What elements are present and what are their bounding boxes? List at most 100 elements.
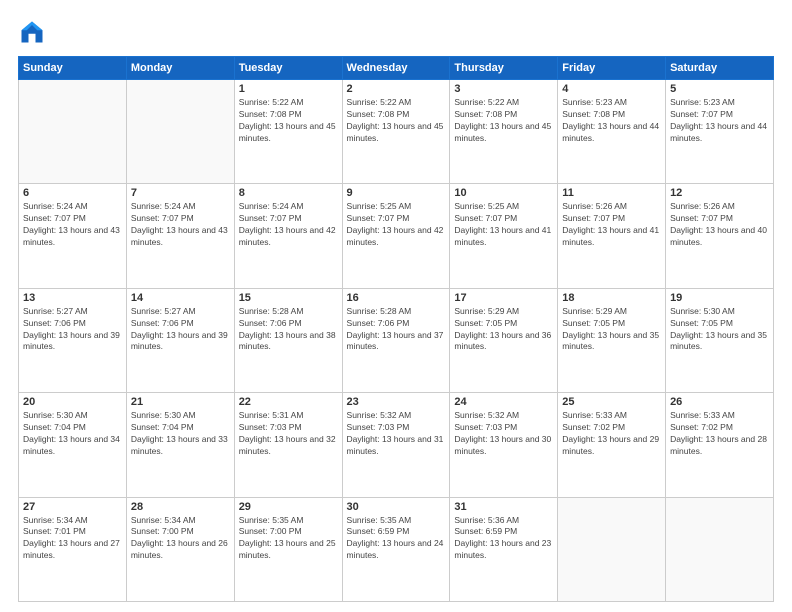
day-info: Sunrise: 5:36 AM Sunset: 6:59 PM Dayligh… bbox=[454, 515, 553, 563]
day-number: 4 bbox=[562, 83, 661, 95]
day-number: 1 bbox=[239, 83, 338, 95]
day-number: 31 bbox=[454, 501, 553, 513]
day-info: Sunrise: 5:33 AM Sunset: 7:02 PM Dayligh… bbox=[670, 410, 769, 458]
day-number: 12 bbox=[670, 187, 769, 199]
day-info: Sunrise: 5:28 AM Sunset: 7:06 PM Dayligh… bbox=[347, 306, 446, 354]
day-number: 11 bbox=[562, 187, 661, 199]
calendar-cell: 6 Sunrise: 5:24 AM Sunset: 7:07 PM Daylig… bbox=[19, 184, 127, 288]
day-number: 19 bbox=[670, 292, 769, 304]
weekday-header-row: SundayMondayTuesdayWednesdayThursdayFrid… bbox=[19, 57, 774, 80]
calendar-cell: 30 Sunrise: 5:35 AM Sunset: 6:59 PM Dayli… bbox=[342, 497, 450, 601]
day-info: Sunrise: 5:32 AM Sunset: 7:03 PM Dayligh… bbox=[454, 410, 553, 458]
day-info: Sunrise: 5:25 AM Sunset: 7:07 PM Dayligh… bbox=[454, 201, 553, 249]
day-info: Sunrise: 5:30 AM Sunset: 7:05 PM Dayligh… bbox=[670, 306, 769, 354]
day-info: Sunrise: 5:26 AM Sunset: 7:07 PM Dayligh… bbox=[562, 201, 661, 249]
logo bbox=[18, 18, 50, 46]
day-info: Sunrise: 5:32 AM Sunset: 7:03 PM Dayligh… bbox=[347, 410, 446, 458]
day-info: Sunrise: 5:22 AM Sunset: 7:08 PM Dayligh… bbox=[347, 97, 446, 145]
calendar-cell bbox=[558, 497, 666, 601]
day-number: 25 bbox=[562, 396, 661, 408]
header bbox=[18, 18, 774, 46]
day-number: 8 bbox=[239, 187, 338, 199]
day-number: 21 bbox=[131, 396, 230, 408]
day-info: Sunrise: 5:23 AM Sunset: 7:07 PM Dayligh… bbox=[670, 97, 769, 145]
day-info: Sunrise: 5:24 AM Sunset: 7:07 PM Dayligh… bbox=[239, 201, 338, 249]
calendar-cell: 18 Sunrise: 5:29 AM Sunset: 7:05 PM Dayli… bbox=[558, 288, 666, 392]
day-number: 30 bbox=[347, 501, 446, 513]
week-row-4: 20 Sunrise: 5:30 AM Sunset: 7:04 PM Dayli… bbox=[19, 393, 774, 497]
calendar-cell: 21 Sunrise: 5:30 AM Sunset: 7:04 PM Dayli… bbox=[126, 393, 234, 497]
calendar-cell: 19 Sunrise: 5:30 AM Sunset: 7:05 PM Dayli… bbox=[666, 288, 774, 392]
calendar-cell bbox=[666, 497, 774, 601]
calendar-cell: 16 Sunrise: 5:28 AM Sunset: 7:06 PM Dayli… bbox=[342, 288, 450, 392]
day-number: 2 bbox=[347, 83, 446, 95]
day-info: Sunrise: 5:33 AM Sunset: 7:02 PM Dayligh… bbox=[562, 410, 661, 458]
day-number: 17 bbox=[454, 292, 553, 304]
day-number: 13 bbox=[23, 292, 122, 304]
calendar-cell: 9Sunrise: 5:25 AM Sunset: 7:07 PM Daylig… bbox=[342, 184, 450, 288]
day-info: Sunrise: 5:30 AM Sunset: 7:04 PM Dayligh… bbox=[131, 410, 230, 458]
day-info: Sunrise: 5:24 AM Sunset: 7:07 PM Dayligh… bbox=[131, 201, 230, 249]
weekday-header-wednesday: Wednesday bbox=[342, 57, 450, 80]
calendar-cell: 17Sunrise: 5:29 AM Sunset: 7:05 PM Dayli… bbox=[450, 288, 558, 392]
weekday-header-thursday: Thursday bbox=[450, 57, 558, 80]
calendar-cell: 28 Sunrise: 5:34 AM Sunset: 7:00 PM Dayli… bbox=[126, 497, 234, 601]
day-number: 16 bbox=[347, 292, 446, 304]
day-info: Sunrise: 5:31 AM Sunset: 7:03 PM Dayligh… bbox=[239, 410, 338, 458]
logo-icon bbox=[18, 18, 46, 46]
calendar-cell: 23 Sunrise: 5:32 AM Sunset: 7:03 PM Dayli… bbox=[342, 393, 450, 497]
day-number: 5 bbox=[670, 83, 769, 95]
calendar-cell: 5 Sunrise: 5:23 AM Sunset: 7:07 PM Daylig… bbox=[666, 80, 774, 184]
calendar-cell: 13Sunrise: 5:27 AM Sunset: 7:06 PM Dayli… bbox=[19, 288, 127, 392]
day-info: Sunrise: 5:22 AM Sunset: 7:08 PM Dayligh… bbox=[454, 97, 553, 145]
day-number: 10 bbox=[454, 187, 553, 199]
calendar-cell: 29 Sunrise: 5:35 AM Sunset: 7:00 PM Dayli… bbox=[234, 497, 342, 601]
calendar-cell bbox=[126, 80, 234, 184]
week-row-2: 6 Sunrise: 5:24 AM Sunset: 7:07 PM Daylig… bbox=[19, 184, 774, 288]
day-info: Sunrise: 5:30 AM Sunset: 7:04 PM Dayligh… bbox=[23, 410, 122, 458]
day-number: 6 bbox=[23, 187, 122, 199]
day-info: Sunrise: 5:25 AM Sunset: 7:07 PM Dayligh… bbox=[347, 201, 446, 249]
weekday-header-friday: Friday bbox=[558, 57, 666, 80]
calendar-cell: 25 Sunrise: 5:33 AM Sunset: 7:02 PM Dayli… bbox=[558, 393, 666, 497]
day-info: Sunrise: 5:34 AM Sunset: 7:00 PM Dayligh… bbox=[131, 515, 230, 563]
calendar-cell bbox=[19, 80, 127, 184]
calendar-cell: 2 Sunrise: 5:22 AM Sunset: 7:08 PM Daylig… bbox=[342, 80, 450, 184]
day-info: Sunrise: 5:35 AM Sunset: 6:59 PM Dayligh… bbox=[347, 515, 446, 563]
weekday-header-saturday: Saturday bbox=[666, 57, 774, 80]
day-info: Sunrise: 5:23 AM Sunset: 7:08 PM Dayligh… bbox=[562, 97, 661, 145]
day-info: Sunrise: 5:24 AM Sunset: 7:07 PM Dayligh… bbox=[23, 201, 122, 249]
day-info: Sunrise: 5:29 AM Sunset: 7:05 PM Dayligh… bbox=[562, 306, 661, 354]
day-number: 14 bbox=[131, 292, 230, 304]
calendar-cell: 1Sunrise: 5:22 AM Sunset: 7:08 PM Daylig… bbox=[234, 80, 342, 184]
day-info: Sunrise: 5:28 AM Sunset: 7:06 PM Dayligh… bbox=[239, 306, 338, 354]
day-number: 24 bbox=[454, 396, 553, 408]
day-number: 28 bbox=[131, 501, 230, 513]
day-number: 23 bbox=[347, 396, 446, 408]
weekday-header-monday: Monday bbox=[126, 57, 234, 80]
day-number: 18 bbox=[562, 292, 661, 304]
calendar-cell: 26Sunrise: 5:33 AM Sunset: 7:02 PM Dayli… bbox=[666, 393, 774, 497]
calendar-cell: 14 Sunrise: 5:27 AM Sunset: 7:06 PM Dayli… bbox=[126, 288, 234, 392]
weekday-header-tuesday: Tuesday bbox=[234, 57, 342, 80]
weekday-header-sunday: Sunday bbox=[19, 57, 127, 80]
calendar-cell: 31 Sunrise: 5:36 AM Sunset: 6:59 PM Dayli… bbox=[450, 497, 558, 601]
calendar-cell: 8 Sunrise: 5:24 AM Sunset: 7:07 PM Daylig… bbox=[234, 184, 342, 288]
day-info: Sunrise: 5:35 AM Sunset: 7:00 PM Dayligh… bbox=[239, 515, 338, 563]
week-row-3: 13 Sunrise: 5:27 AM Sunset: 7:06 PM Dayli… bbox=[19, 288, 774, 392]
week-row-1: 1 Sunrise: 5:22 AM Sunset: 7:08 PM Daylig… bbox=[19, 80, 774, 184]
calendar-cell: 10 Sunrise: 5:25 AM Sunset: 7:07 PM Dayli… bbox=[450, 184, 558, 288]
calendar-cell: 15Sunrise: 5:28 AM Sunset: 7:06 PM Dayli… bbox=[234, 288, 342, 392]
day-number: 29 bbox=[239, 501, 338, 513]
calendar-cell: 7 Sunrise: 5:24 AM Sunset: 7:07 PM Daylig… bbox=[126, 184, 234, 288]
calendar-table: SundayMondayTuesdayWednesdayThursdayFrid… bbox=[18, 56, 774, 602]
day-info: Sunrise: 5:26 AM Sunset: 7:07 PM Dayligh… bbox=[670, 201, 769, 249]
calendar-cell: 20 Sunrise: 5:30 AM Sunset: 7:04 PM Dayli… bbox=[19, 393, 127, 497]
day-number: 20 bbox=[23, 396, 122, 408]
day-number: 7 bbox=[131, 187, 230, 199]
calendar-cell: 12 Sunrise: 5:26 AM Sunset: 7:07 PM Dayli… bbox=[666, 184, 774, 288]
calendar-cell: 27Sunrise: 5:34 AM Sunset: 7:01 PM Dayli… bbox=[19, 497, 127, 601]
day-number: 22 bbox=[239, 396, 338, 408]
day-info: Sunrise: 5:27 AM Sunset: 7:06 PM Dayligh… bbox=[131, 306, 230, 354]
day-number: 3 bbox=[454, 83, 553, 95]
